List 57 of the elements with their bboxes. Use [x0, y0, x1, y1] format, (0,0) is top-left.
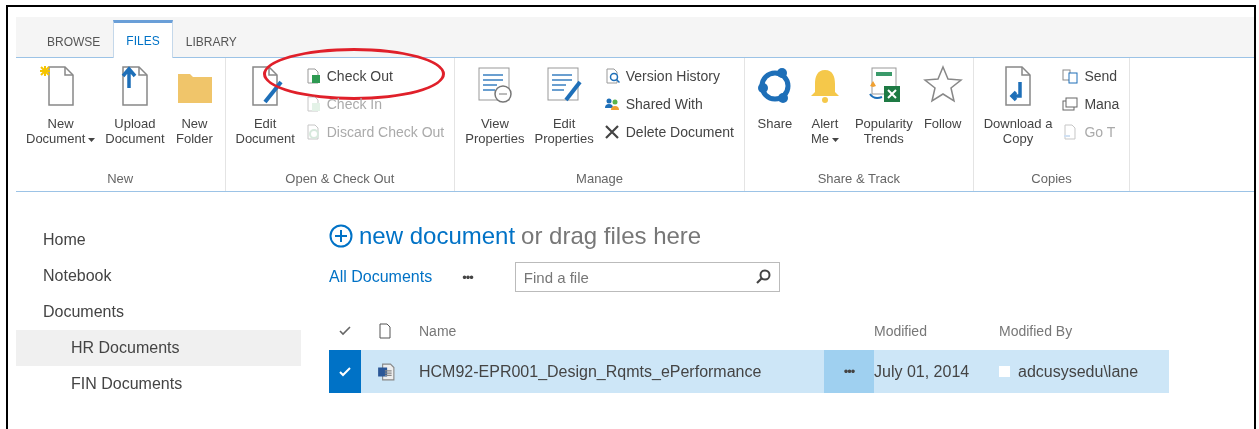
row-checkbox[interactable] — [329, 350, 361, 393]
ribbon-tab[interactable]: BROWSE — [34, 24, 114, 58]
ribbon-button[interactable]: Share — [750, 64, 799, 171]
column-header[interactable]: Modified — [874, 312, 999, 350]
file-icon — [377, 322, 393, 340]
presence-icon — [999, 366, 1010, 377]
ribbon-button[interactable]: View Properties — [461, 64, 529, 171]
group-label: Manage — [575, 171, 625, 188]
nav-item[interactable]: FIN Documents — [16, 366, 301, 402]
ribbon-tab[interactable]: FILES — [113, 20, 173, 58]
nav-item[interactable]: Documents — [16, 294, 301, 330]
ribbon-button[interactable]: Delete Document — [599, 120, 738, 144]
ribbon-button[interactable]: Mana — [1058, 92, 1124, 116]
ribbon-button[interactable]: Download a Copy — [979, 64, 1057, 171]
group-label: Share & Track — [816, 171, 901, 188]
drag-hint: or drag files here — [521, 222, 702, 250]
column-header[interactable]: Name — [419, 312, 824, 350]
group-label: Open & Check Out — [284, 171, 396, 188]
new-document-link[interactable]: new document — [359, 222, 516, 250]
go-to-icon — [1062, 124, 1079, 140]
more-button[interactable]: ••• — [456, 268, 479, 286]
group-label: Copies — [1030, 171, 1073, 188]
send-icon — [1062, 68, 1079, 84]
column-header[interactable]: Modified By — [999, 312, 1169, 350]
table-cell: July 01, 2014 — [874, 350, 999, 393]
search-field[interactable]: Find a file — [514, 262, 780, 292]
check-in-icon — [304, 96, 321, 112]
delete-icon — [603, 124, 620, 140]
nav-item[interactable]: Notebook — [16, 258, 301, 294]
ribbon-button[interactable]: Check Out — [300, 64, 397, 88]
discard-check-out-icon — [304, 124, 321, 140]
ribbon-button[interactable]: Send — [1058, 64, 1122, 88]
ribbon-button[interactable]: Upload Document — [101, 64, 169, 171]
ribbon-button[interactable]: New Folder — [170, 64, 219, 171]
ribbon-button[interactable]: Alert Me — [800, 64, 849, 171]
group-label: New — [106, 171, 135, 188]
search-icon[interactable] — [754, 269, 771, 285]
table-cell: adcusysedu\lane — [1018, 362, 1139, 381]
ribbon-button[interactable]: Edit Properties — [530, 64, 598, 171]
nav-item[interactable]: HR Documents — [16, 330, 301, 366]
people-icon — [603, 96, 620, 112]
file-name[interactable]: HCM92-EPR001_Design_Rqmts_ePerformance — [419, 350, 824, 393]
ribbon-tab[interactable]: LIBRARY — [172, 24, 250, 58]
word-document-icon — [377, 362, 395, 381]
ribbon-button[interactable]: New Document — [22, 64, 100, 171]
version-history-icon — [603, 68, 620, 84]
add-icon[interactable] — [329, 224, 353, 248]
ribbon-button[interactable]: Version History — [599, 64, 724, 88]
copies-icon — [1062, 96, 1079, 112]
nav-item[interactable]: Home — [16, 222, 301, 258]
view-link[interactable]: All Documents — [329, 268, 433, 286]
ribbon-button[interactable]: Shared With — [599, 92, 707, 116]
check-out-icon — [304, 68, 321, 84]
row-menu-button[interactable]: ••• — [824, 350, 874, 393]
ribbon-button[interactable]: Follow — [918, 64, 967, 171]
ribbon-button[interactable]: Edit Document — [231, 64, 299, 171]
ribbon-button[interactable]: Popularity Trends — [850, 64, 917, 171]
